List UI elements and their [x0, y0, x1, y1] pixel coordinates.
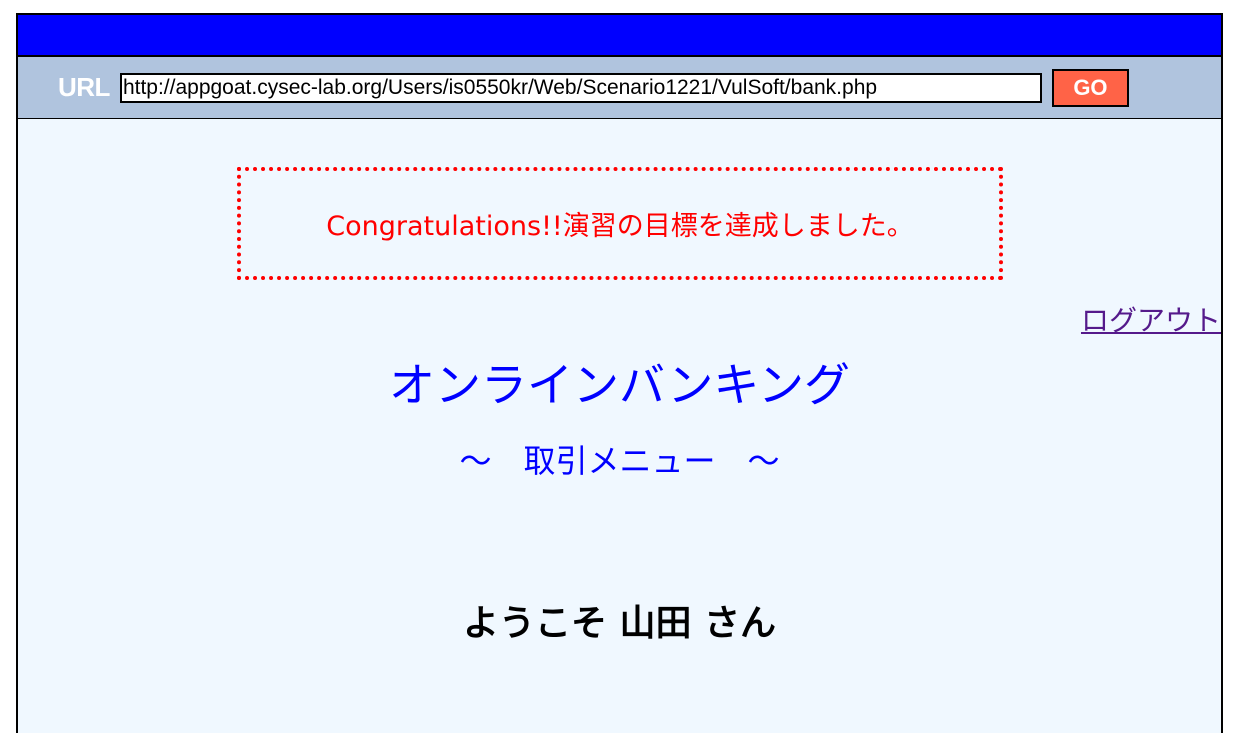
page-subtitle: ～ 取引メニュー ～ [459, 442, 780, 480]
title-bar [18, 15, 1221, 57]
logout-link[interactable]: ログアウト [1081, 299, 1221, 339]
url-bar: URL GO [18, 57, 1221, 119]
congratulations-notice: Congratulations!!演習の目標を達成しました。 [237, 167, 1003, 280]
congratulations-message: Congratulations!!演習の目標を達成しました。 [326, 211, 914, 242]
welcome-message: ようこそ 山田 さん [462, 603, 777, 644]
page-title: オンラインバンキング [389, 358, 850, 412]
url-input[interactable] [119, 72, 1042, 103]
url-label: URL [58, 72, 110, 102]
page-content: Congratulations!!演習の目標を達成しました。 ログアウト オンラ… [18, 119, 1221, 719]
go-button[interactable]: GO [1051, 68, 1129, 107]
browser-window: URL GO Congratulations!!演習の目標を達成しました。 ログ… [16, 13, 1223, 733]
